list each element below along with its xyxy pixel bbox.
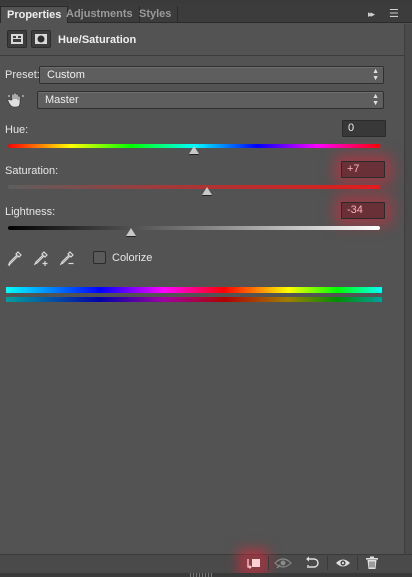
- hue-value: 0: [348, 122, 355, 134]
- panel-tab-bar: Properties Adjustments Styles ▸▸ ☰: [0, 4, 412, 23]
- layer-mask-icon[interactable]: [31, 30, 51, 48]
- tab-properties[interactable]: Properties: [0, 6, 69, 23]
- lightness-field[interactable]: -34: [341, 202, 385, 219]
- panel-scrollbar[interactable]: [404, 24, 412, 554]
- input-color-bar: [6, 287, 382, 293]
- hue-slider-thumb[interactable]: [189, 146, 199, 154]
- saturation-label: Saturation:: [5, 165, 59, 177]
- adjustment-layer-icon[interactable]: [7, 30, 27, 48]
- saturation-field[interactable]: +7: [341, 161, 385, 178]
- clip-to-layer-icon[interactable]: [244, 555, 262, 571]
- channel-value: Master: [45, 94, 79, 106]
- tab-properties-label: Properties: [7, 9, 62, 21]
- colorize-label: Colorize: [112, 252, 153, 264]
- dropdown-arrows-icon: ▲ ▼: [372, 93, 379, 107]
- preset-dropdown[interactable]: Custom ▲ ▼: [39, 66, 384, 84]
- lightness-slider-track[interactable]: [8, 226, 380, 230]
- lightness-slider-thumb[interactable]: [125, 228, 136, 236]
- footer-divider: [357, 556, 358, 570]
- eyedropper-add-icon[interactable]: [33, 250, 49, 268]
- hue-field[interactable]: 0: [342, 120, 386, 137]
- delete-trash-icon[interactable]: [363, 555, 381, 571]
- dropdown-arrows-icon: ▲ ▼: [372, 68, 379, 82]
- saturation-slider-track[interactable]: [8, 185, 380, 189]
- panel-menu-icon[interactable]: ☰: [389, 7, 399, 20]
- preset-label: Preset:: [5, 69, 40, 81]
- tab-adjustments[interactable]: Adjustments: [60, 6, 140, 23]
- resize-grip[interactable]: [190, 573, 214, 577]
- eyedropper-subtract-icon[interactable]: [59, 250, 75, 268]
- saturation-value: +7: [347, 163, 360, 175]
- adjustment-header: Hue/Saturation: [0, 24, 404, 56]
- lightness-label: Lightness:: [5, 206, 56, 218]
- tab-styles-label: Styles: [139, 8, 172, 20]
- output-color-bar: [6, 297, 382, 302]
- hue-label: Hue:: [5, 124, 29, 136]
- footer-divider: [268, 556, 269, 570]
- view-previous-state-icon[interactable]: [274, 555, 292, 571]
- tab-styles[interactable]: Styles: [133, 6, 179, 23]
- tab-adjustments-label: Adjustments: [66, 8, 133, 20]
- reset-to-defaults-icon[interactable]: [303, 555, 321, 571]
- saturation-slider-thumb[interactable]: [202, 187, 213, 195]
- preset-value: Custom: [47, 69, 85, 81]
- toggle-visibility-eye-icon[interactable]: [334, 555, 352, 571]
- lightness-value: -34: [347, 204, 363, 216]
- panel-title: Hue/Saturation: [58, 34, 137, 46]
- targeted-adjustment-hand-icon[interactable]: [7, 91, 25, 109]
- colorize-checkbox[interactable]: [93, 251, 106, 264]
- footer-divider: [327, 556, 328, 570]
- channel-dropdown[interactable]: Master ▲ ▼: [37, 91, 384, 109]
- eyedropper-icon[interactable]: [7, 250, 23, 268]
- collapse-panel-icon[interactable]: ▸▸: [368, 9, 375, 20]
